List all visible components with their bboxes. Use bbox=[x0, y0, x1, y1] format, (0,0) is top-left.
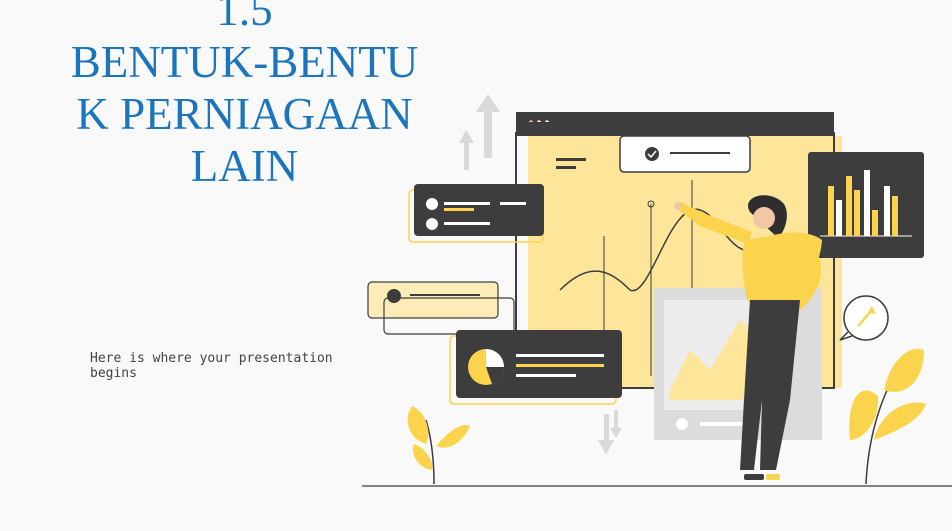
check-card bbox=[619, 135, 751, 173]
list-card bbox=[408, 184, 544, 243]
title-line-2: BENTUK-BENTU bbox=[70, 37, 419, 87]
up-arrow-icon bbox=[459, 94, 500, 170]
compass-icon bbox=[839, 295, 889, 341]
check-row-card bbox=[367, 281, 515, 335]
business-woman-illustration bbox=[362, 94, 952, 487]
title-line-1: 1.5 bbox=[216, 0, 273, 35]
plant-icon-left bbox=[407, 406, 470, 485]
bar-chart-icon bbox=[808, 152, 924, 258]
pie-chart-icon bbox=[449, 330, 622, 405]
slide: 1.5 BENTUK-BENTU K PERNIAGAAN LAIN Here … bbox=[0, 0, 952, 531]
plant-icon bbox=[849, 348, 926, 485]
slide-subtitle: Here is where your presentation begins bbox=[90, 351, 333, 381]
down-arrow-icon bbox=[598, 410, 622, 455]
